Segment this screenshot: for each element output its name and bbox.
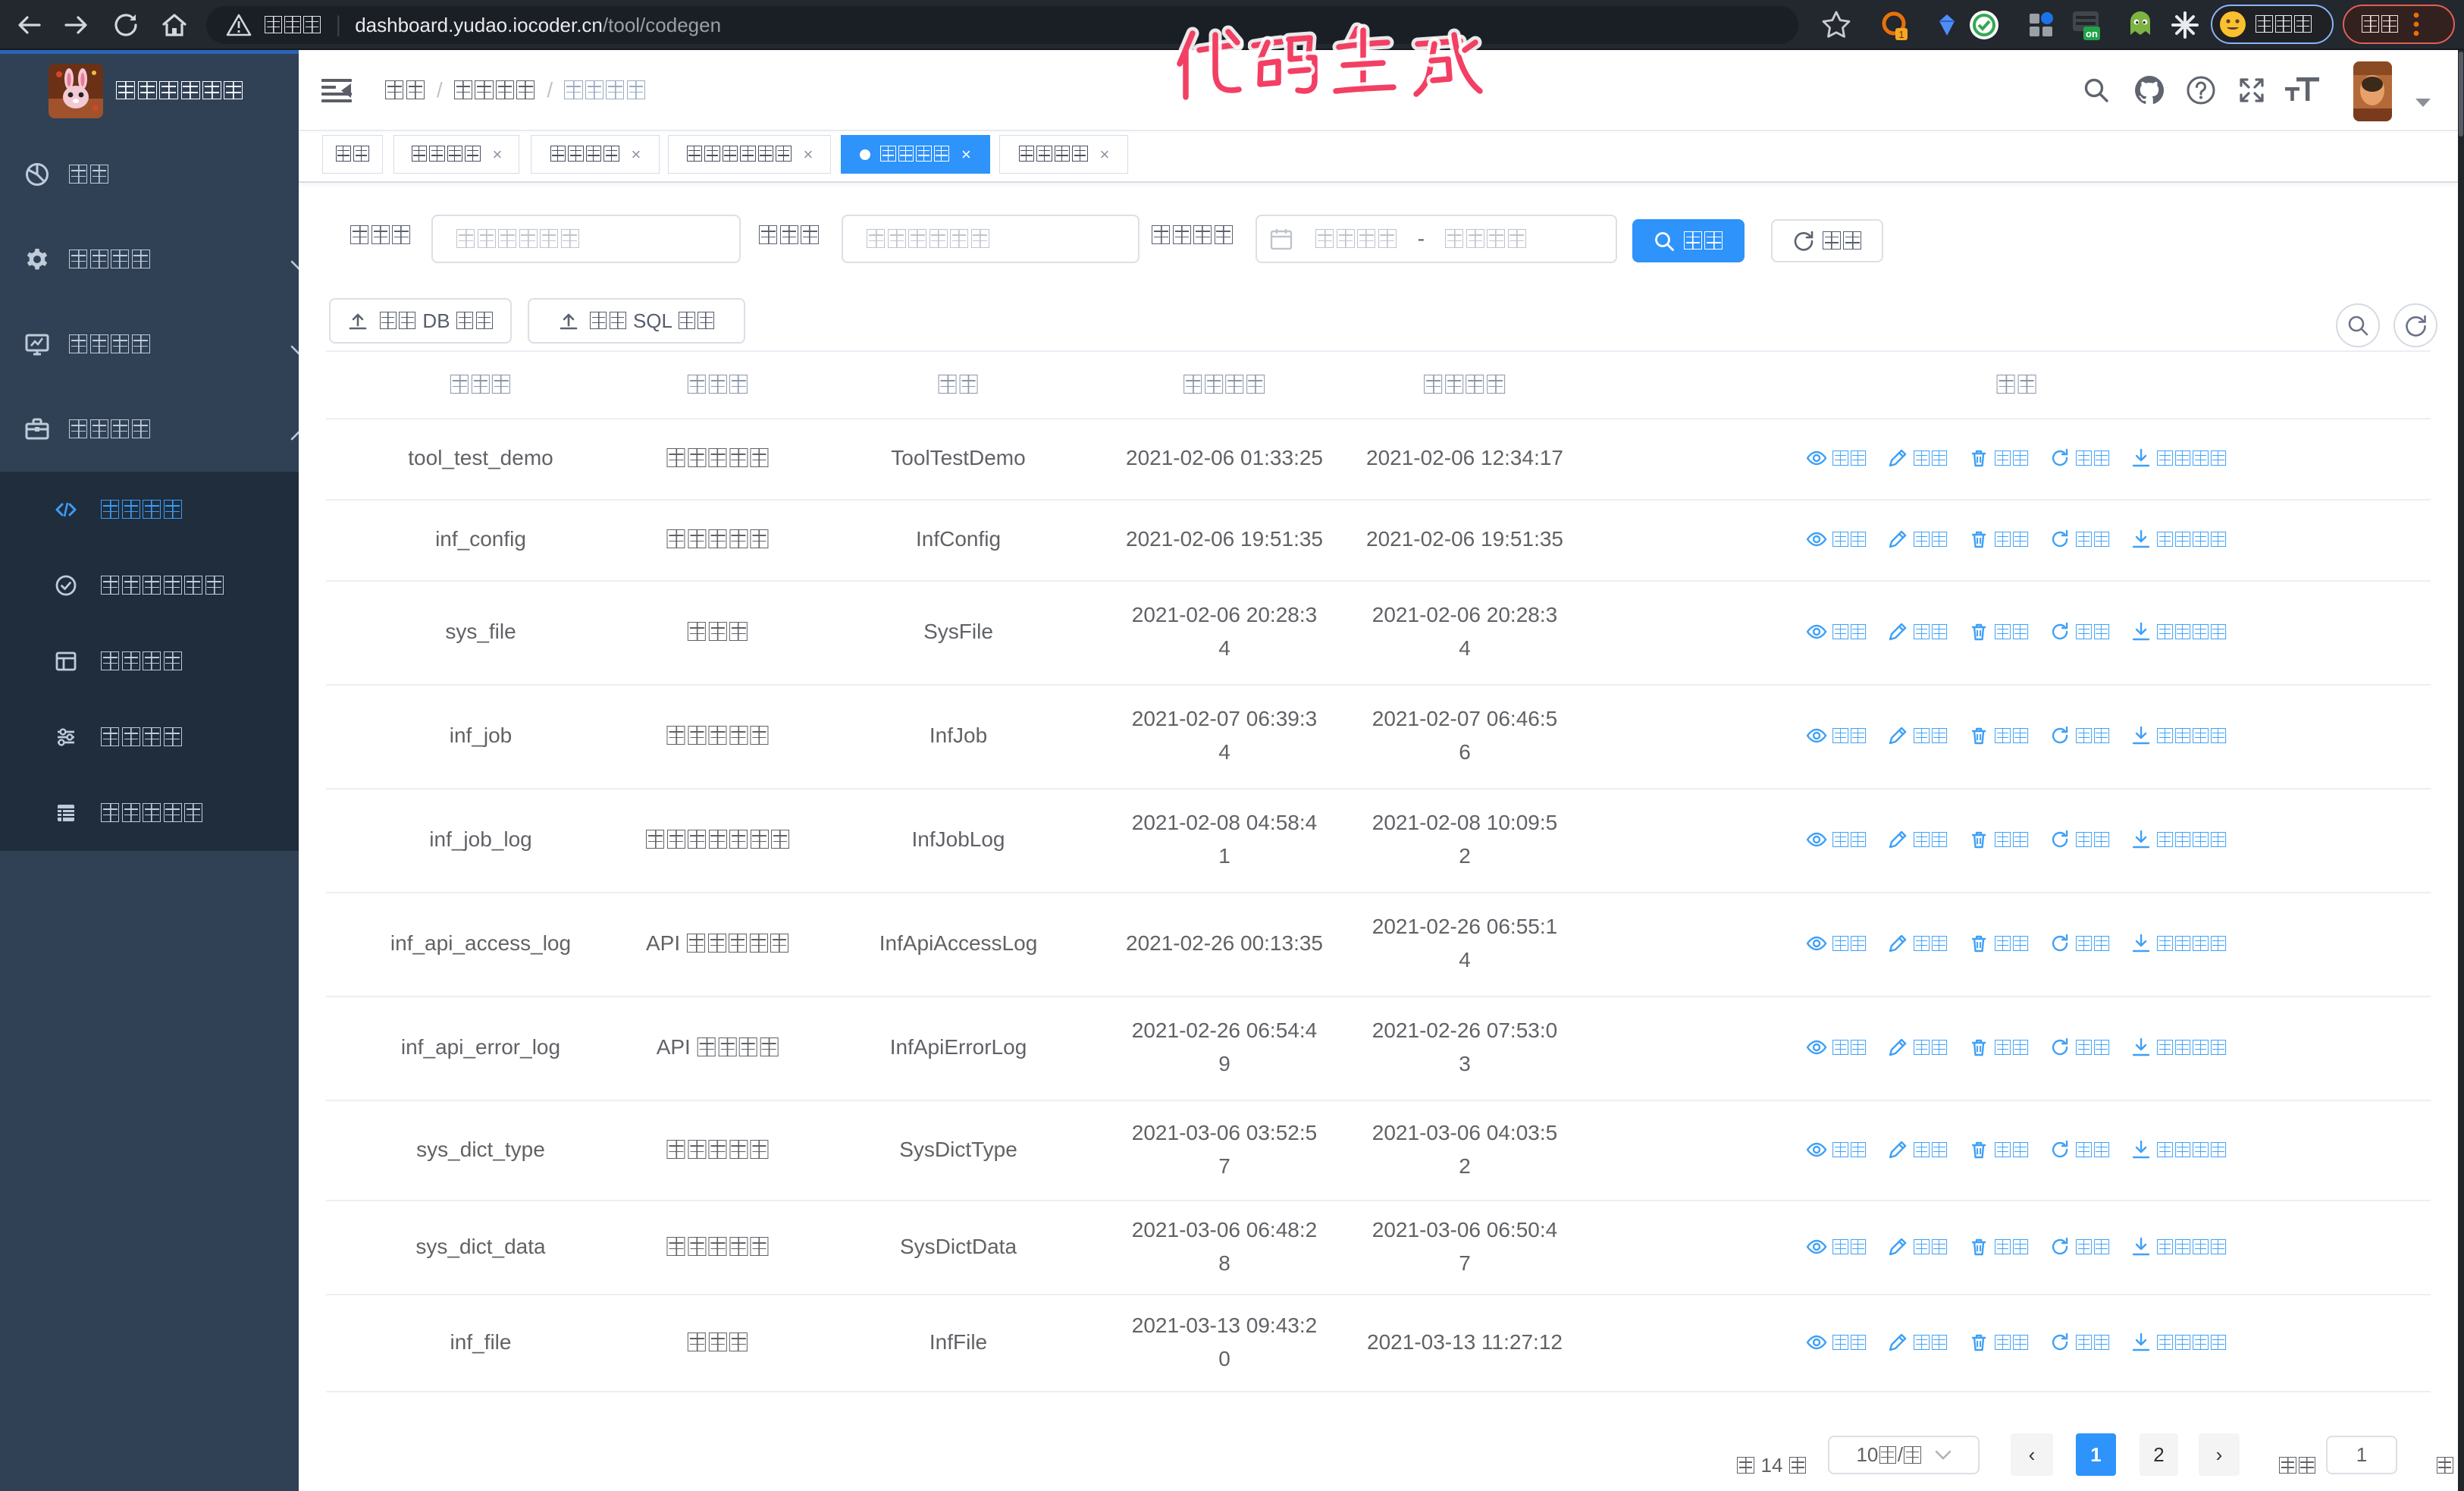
- svg-text:1: 1: [1898, 29, 1904, 40]
- svg-text:on: on: [2086, 28, 2098, 39]
